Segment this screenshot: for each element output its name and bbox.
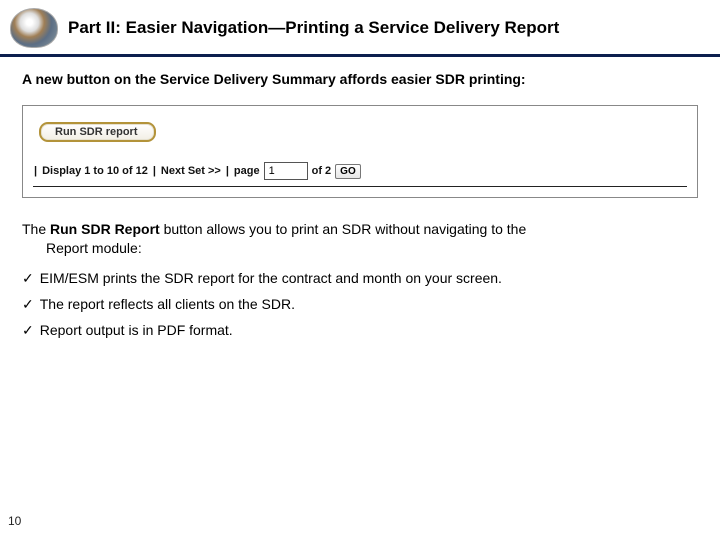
paragraph-text: The <box>22 221 50 237</box>
pager-page-label: page <box>234 165 260 177</box>
run-sdr-report-button[interactable]: Run SDR report <box>39 122 156 142</box>
pager-separator: | <box>33 165 38 177</box>
bullet-item: ✓ Report output is in PDF format. <box>22 322 698 338</box>
pager-go-button[interactable]: GO <box>335 164 361 179</box>
intro-text: A new button on the Service Delivery Sum… <box>22 71 698 87</box>
screenshot-panel: Run SDR report | Display 1 to 10 of 12 |… <box>22 105 698 198</box>
page-number: 10 <box>8 514 21 528</box>
pager-page-input[interactable] <box>264 162 308 180</box>
bullet-item: ✓ EIM/ESM prints the SDR report for the … <box>22 270 698 286</box>
paragraph-text: Report module: <box>22 239 698 258</box>
pager-separator: | <box>152 165 157 177</box>
checkmark-icon: ✓ <box>22 323 34 337</box>
bullet-text: Report output is in PDF format. <box>40 322 233 338</box>
bullet-text: The report reflects all clients on the S… <box>40 296 295 312</box>
logo-icon <box>10 8 58 48</box>
pager-display-text: Display 1 to 10 of 12 <box>42 165 148 177</box>
bullet-item: ✓ The report reflects all clients on the… <box>22 296 698 312</box>
paragraph-bold: Run SDR Report <box>50 221 160 237</box>
checkmark-icon: ✓ <box>22 297 34 311</box>
checkmark-icon: ✓ <box>22 271 34 285</box>
bullet-text: EIM/ESM prints the SDR report for the co… <box>40 270 502 286</box>
screenshot-inner-divider <box>33 186 687 187</box>
pager-separator: | <box>225 165 230 177</box>
pager-of-text: of 2 <box>312 165 332 177</box>
paragraph-text: button allows you to print an SDR withou… <box>160 221 527 237</box>
page-title: Part II: Easier Navigation—Printing a Se… <box>68 18 559 38</box>
pager-bar: | Display 1 to 10 of 12 | Next Set >> | … <box>33 162 687 180</box>
pager-next-link[interactable]: Next Set >> <box>161 165 221 177</box>
paragraph-run-sdr: The Run SDR Report button allows you to … <box>22 220 698 258</box>
